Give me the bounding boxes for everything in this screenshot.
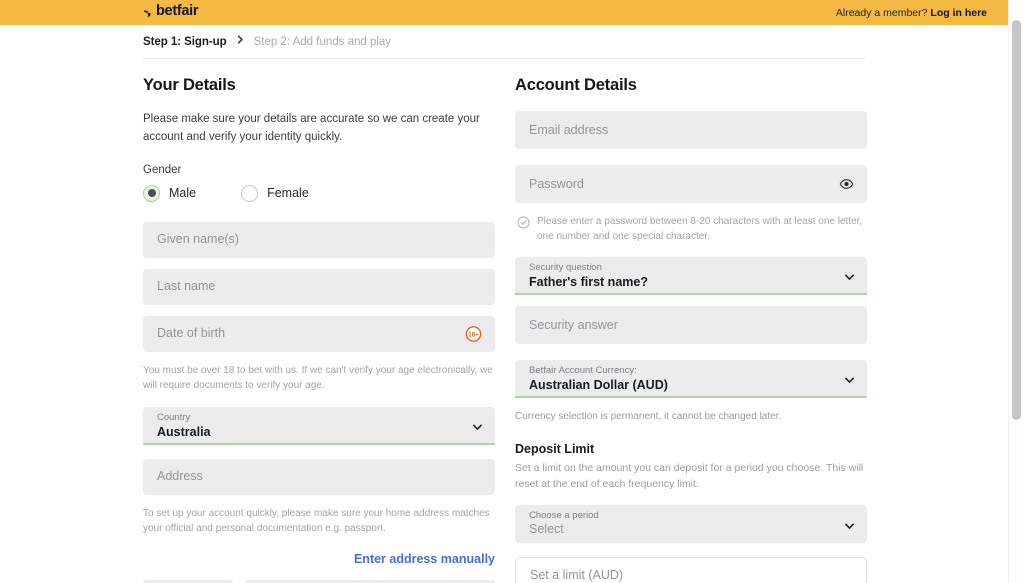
check-circle-icon <box>517 216 530 229</box>
currency-select[interactable]: Betfair Account Currency: Australian Dol… <box>515 360 867 398</box>
period-select[interactable]: Choose a period Select <box>515 504 867 543</box>
breadcrumb: Step 1: Sign-up Step 2: Add funds and pl… <box>143 25 866 59</box>
last-name-placeholder: Last name <box>157 279 216 294</box>
security-answer-input[interactable]: Security answer <box>515 306 867 344</box>
account-details-title: Account Details <box>515 76 637 94</box>
period-label: Choose a period <box>529 509 599 521</box>
security-answer-placeholder: Security answer <box>529 317 618 332</box>
period-value: Select <box>529 522 564 537</box>
eye-icon[interactable] <box>839 177 854 192</box>
chevron-down-icon <box>472 419 483 430</box>
top-brand-bar: betfair Already a member? Log in here <box>0 0 1009 25</box>
address-input[interactable]: Address <box>143 458 495 495</box>
password-field: Password <box>515 165 867 203</box>
breadcrumb-step-1[interactable]: Step 1: Sign-up <box>143 36 227 48</box>
email-placeholder: Email address <box>529 122 609 137</box>
deposit-limit-amount-field: Set a limit (AUD) <box>515 556 867 583</box>
your-details-title: Your Details <box>143 76 236 94</box>
address-placeholder: Address <box>157 469 203 484</box>
period-field: Choose a period Select <box>515 504 867 543</box>
deposit-limit-title: Deposit Limit <box>515 442 595 456</box>
date-of-birth-placeholder: Date of birth <box>157 326 226 341</box>
password-hint-row: Please enter a password between 8-20 cha… <box>517 214 867 244</box>
given-names-placeholder: Given name(s) <box>157 232 239 247</box>
deposit-limit-amount-placeholder: Set a limit (AUD) <box>530 568 624 583</box>
given-names-input[interactable]: Given name(s) <box>143 221 495 258</box>
browser-viewport: betfair Already a member? Log in here St… <box>0 0 1024 583</box>
date-of-birth-field: Date of birth 18+ <box>143 315 495 352</box>
given-names-field: Given name(s) <box>143 221 495 258</box>
email-field: Email address <box>515 111 867 149</box>
security-question-field: Security question Father's first name? <box>515 257 867 295</box>
age-18-plus-icon: 18+ <box>465 325 482 342</box>
address-unit-field <box>143 579 233 583</box>
email-input[interactable]: Email address <box>515 111 867 149</box>
chevron-down-icon <box>844 270 855 281</box>
address-helper: To set up your account quickly, please m… <box>143 507 490 534</box>
gender-option-female[interactable]: Female <box>241 184 309 202</box>
security-answer-field: Security answer <box>515 306 867 344</box>
form-columns: Your Details Please make sure your detai… <box>0 59 1009 583</box>
betfair-wordmark: betfair <box>156 3 199 19</box>
radio-selected-icon[interactable] <box>143 184 160 202</box>
gender-radio-group: Male Female <box>143 184 495 202</box>
breadcrumb-steps: Step 1: Sign-up Step 2: Add funds and pl… <box>143 25 866 58</box>
scrollbar-thumb[interactable] <box>1012 20 1021 420</box>
country-select[interactable]: Country Australia <box>143 406 495 445</box>
your-details-intro: Please make sure your details are accura… <box>143 113 480 143</box>
radio-unselected-icon[interactable] <box>241 184 259 202</box>
address-street-field <box>245 579 495 583</box>
account-details-column: Account Details Email address Password P… <box>515 59 867 583</box>
security-question-select[interactable]: Security question Father's first name? <box>515 257 867 295</box>
security-question-value: Father's first name? <box>529 274 648 289</box>
currency-field: Betfair Account Currency: Australian Dol… <box>515 360 867 398</box>
last-name-input[interactable]: Last name <box>143 268 495 305</box>
member-login-area: Already a member? Log in here <box>836 7 987 19</box>
currency-helper: Currency selection is permanent, it cann… <box>515 411 782 422</box>
manual-address-row: Enter address manually <box>143 550 495 568</box>
member-prompt-text: Already a member? <box>835 7 928 19</box>
deposit-limit-amount-input[interactable]: Set a limit (AUD) <box>515 556 867 583</box>
chevron-right-icon <box>236 34 245 47</box>
chevron-down-icon <box>844 373 855 384</box>
login-link[interactable]: Log in here <box>930 7 987 19</box>
currency-label: Betfair Account Currency: <box>529 365 637 376</box>
betfair-flag-icon <box>143 7 154 18</box>
currency-value: Australian Dollar (AUD) <box>529 377 668 392</box>
gender-option-female-label: Female <box>267 186 309 201</box>
date-of-birth-helper: You must be over 18 to bet with us. If w… <box>143 364 493 391</box>
password-placeholder: Password <box>529 176 584 191</box>
address-detail-row <box>143 579 495 583</box>
breadcrumb-step-2[interactable]: Step 2: Add funds and play <box>254 36 391 48</box>
gender-label: Gender <box>143 163 182 176</box>
last-name-field: Last name <box>143 268 495 305</box>
betfair-logo[interactable]: betfair <box>143 3 199 19</box>
vertical-scrollbar[interactable] <box>1008 0 1024 583</box>
your-details-column: Your Details Please make sure your detai… <box>143 59 495 583</box>
password-hint-text: Please enter a password between 8-20 cha… <box>537 216 863 242</box>
enter-address-manually-link[interactable]: Enter address manually <box>354 552 495 566</box>
address-unit-input[interactable] <box>143 579 233 583</box>
address-street-input[interactable] <box>245 579 495 583</box>
gender-option-male[interactable]: Male <box>143 184 197 202</box>
chevron-down-icon <box>844 518 855 529</box>
password-input[interactable]: Password <box>515 165 867 203</box>
deposit-limit-description: Set a limit on the amount you can deposi… <box>515 462 864 490</box>
gender-option-male-label: Male <box>169 186 197 201</box>
security-question-label: Security question <box>529 262 602 273</box>
signup-page: betfair Already a member? Log in here St… <box>0 0 1009 583</box>
country-value: Australia <box>157 424 211 439</box>
address-field: Address <box>143 458 495 495</box>
svg-text:18+: 18+ <box>468 331 479 338</box>
country-field: Country Australia <box>143 406 495 445</box>
country-label: Country <box>157 411 191 423</box>
date-of-birth-input[interactable]: Date of birth 18+ <box>143 315 495 352</box>
